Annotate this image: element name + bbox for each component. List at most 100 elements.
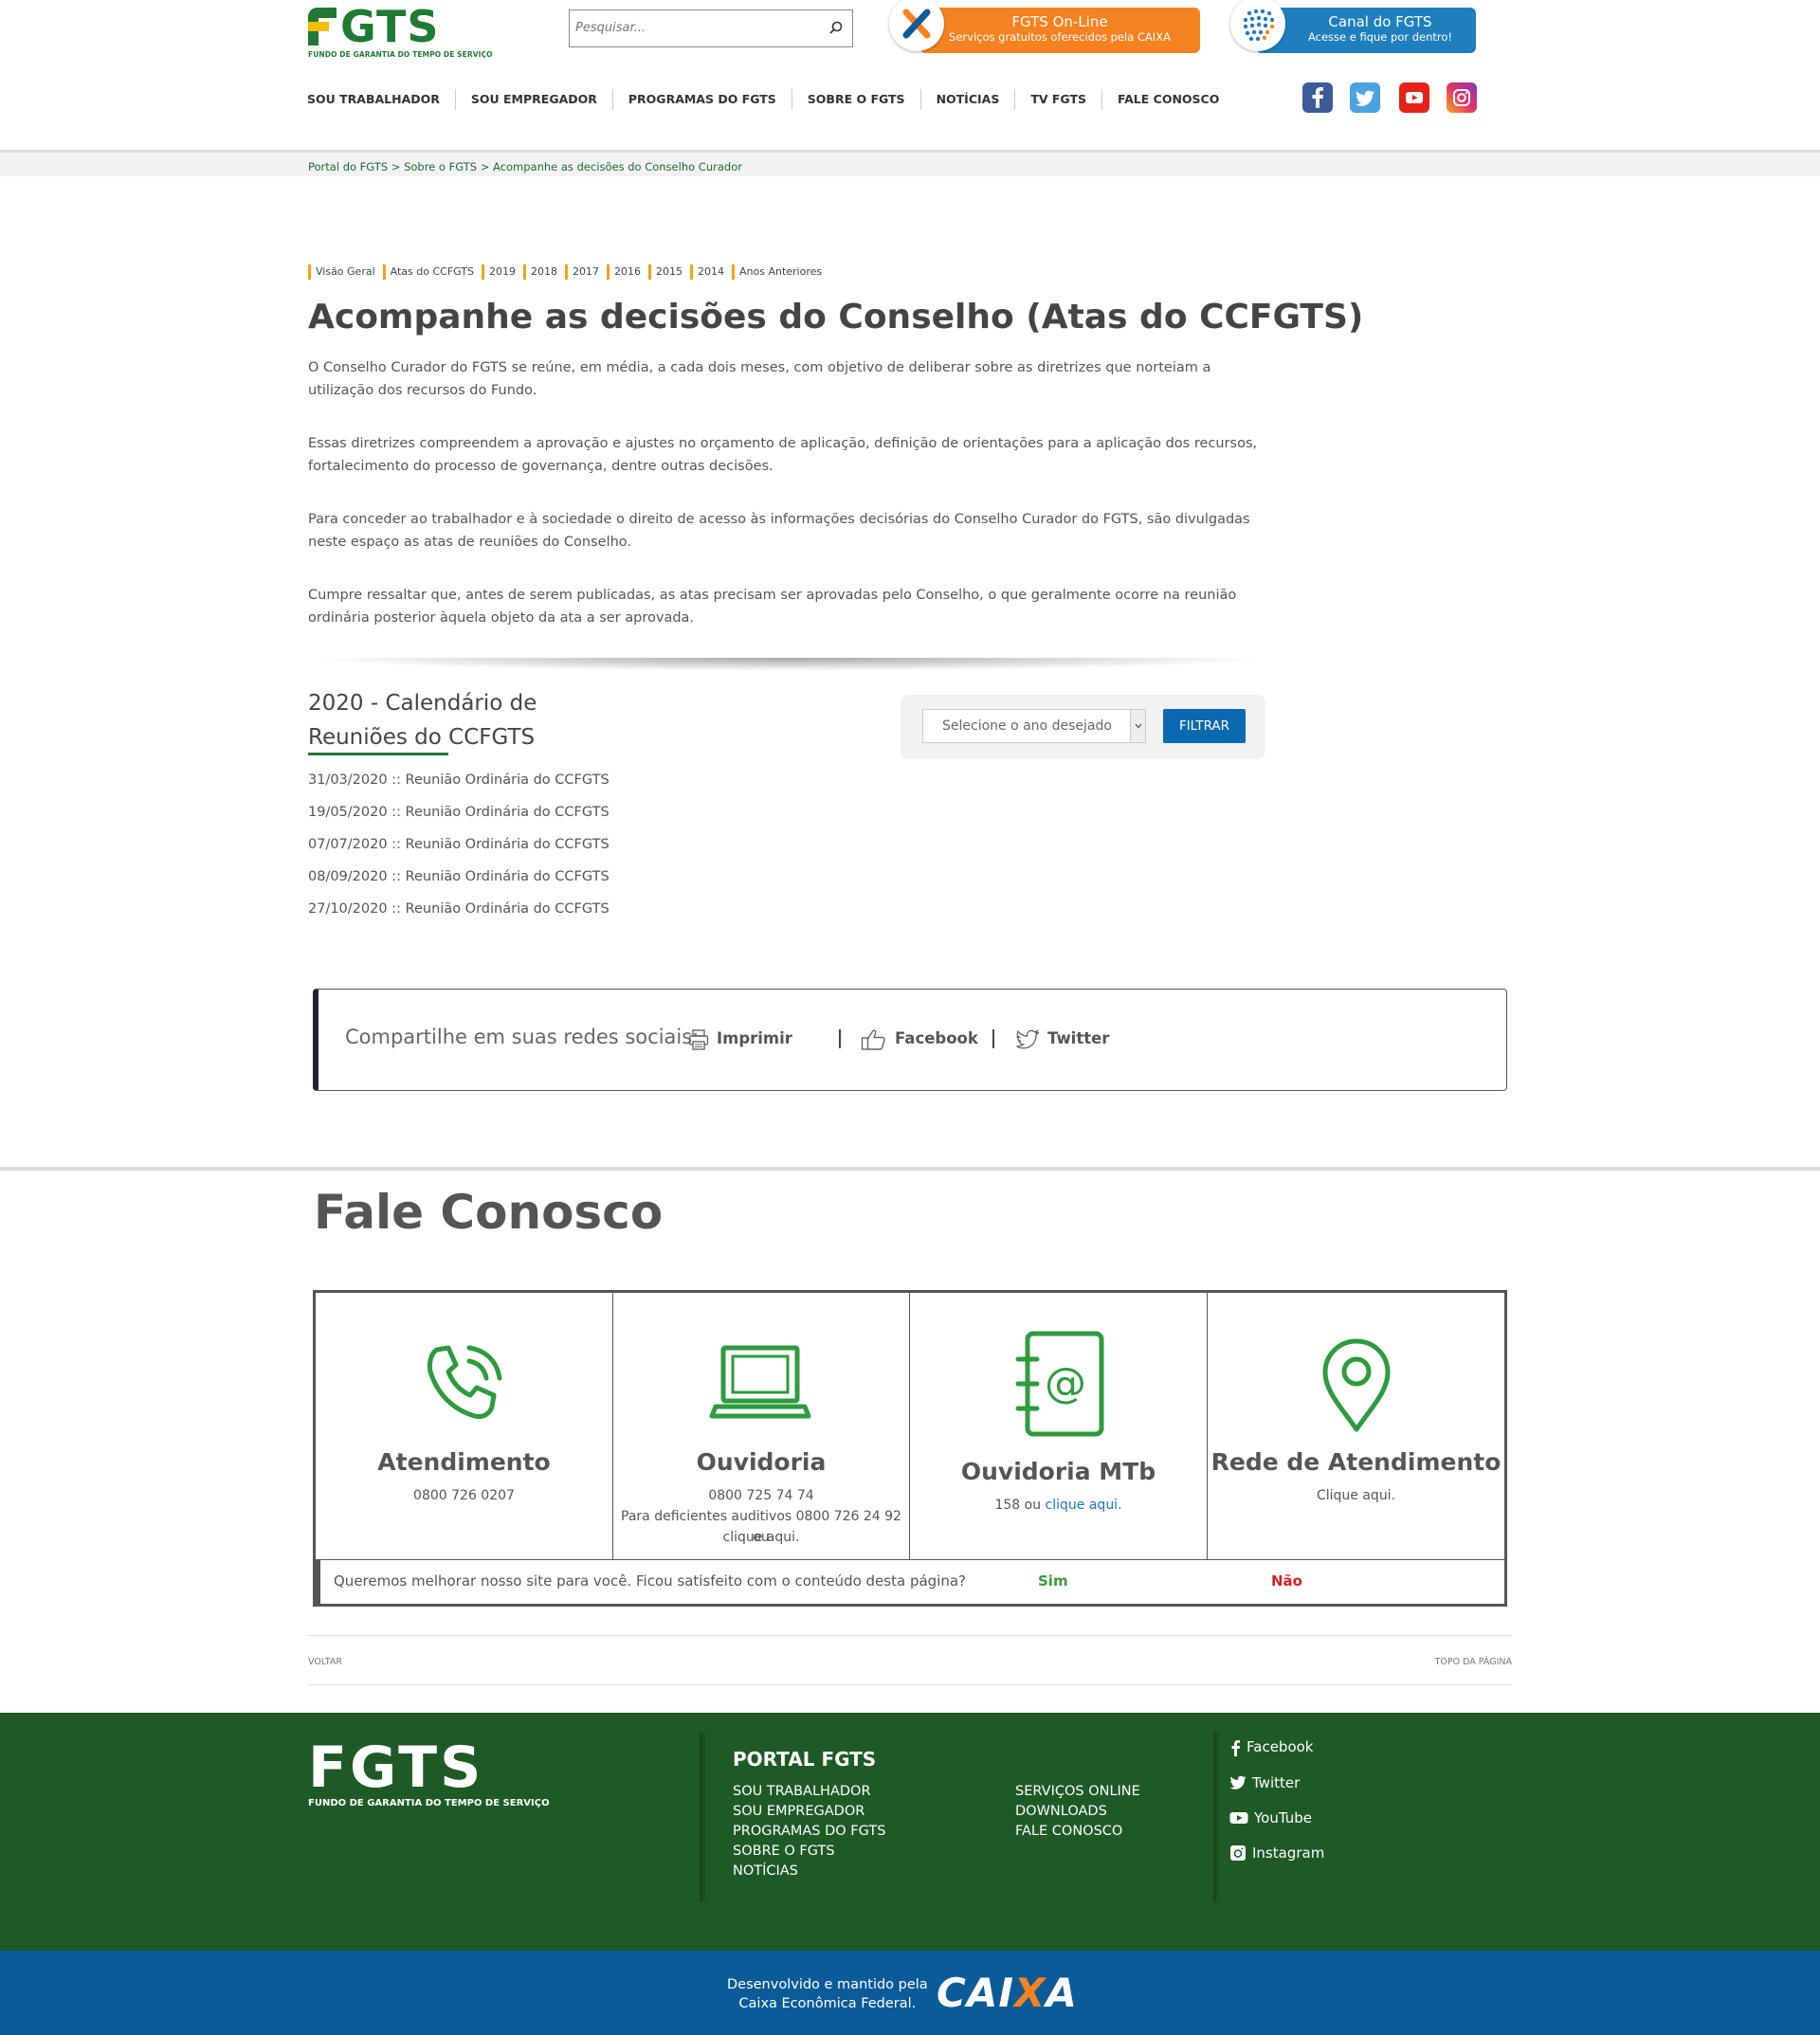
ouvidoria-mtb-card: @ Ouvidoria MTb 158 ou clique aqui. [910, 1293, 1208, 1559]
subnav-2016[interactable]: 2016 [607, 264, 648, 280]
footer-logo-word: FGTS [308, 1735, 484, 1801]
search-icon[interactable] [829, 21, 843, 34]
atendimento-card: Atendimento 0800 726 0207 [316, 1293, 613, 1559]
footer-instagram-link[interactable]: Instagram [1229, 1844, 1324, 1862]
rede-atendimento-link[interactable]: Clique aqui. [1208, 1485, 1504, 1506]
intro-paragraph-4: Cumpre ressaltar que, antes de serem pub… [308, 588, 1237, 626]
footer-column-divider [700, 1732, 707, 1902]
ouvidoria-mtb-phone: 158 ou [994, 1498, 1042, 1513]
nav-programas-do-fgts[interactable]: PROGRAMAS DO FGTS [611, 89, 792, 110]
breadcrumb[interactable]: Portal do FGTS > Sobre o FGTS > Acompanh… [308, 160, 742, 173]
chevron-down-icon[interactable] [1130, 710, 1145, 742]
subnav-2015[interactable]: 2015 [648, 264, 690, 280]
share-twitter-button[interactable]: Twitter [1015, 1026, 1109, 1052]
phone-icon [427, 1345, 502, 1419]
subnav-2019[interactable]: 2019 [482, 264, 523, 280]
rede-atendimento-card: Rede de Atendimento Clique aqui. [1208, 1293, 1504, 1559]
footer-youtube-link[interactable]: YouTube [1229, 1809, 1324, 1826]
subnav-2017[interactable]: 2017 [565, 264, 607, 280]
footer-instagram-label: Instagram [1252, 1844, 1325, 1862]
meeting-item[interactable]: 08/09/2020 :: Reunião Ordinária do CCFGT… [308, 861, 610, 893]
footer-twitter-link[interactable]: Twitter [1229, 1774, 1324, 1791]
footer-facebook-link[interactable]: Facebook [1229, 1738, 1324, 1756]
survey-no-button[interactable]: Não [1271, 1572, 1302, 1590]
print-label: Imprimir [717, 1029, 792, 1047]
canal-fgts-subtitle: Acesse e fique por dentro! [1307, 30, 1453, 44]
instagram-icon[interactable] [1447, 82, 1477, 113]
search-box [569, 9, 853, 47]
meeting-item[interactable]: 07/07/2020 :: Reunião Ordinária do CCFGT… [308, 828, 610, 861]
footer-link-noticias[interactable]: NOTÍCIAS [733, 1862, 885, 1881]
nav-noticias[interactable]: NOTÍCIAS [919, 89, 1015, 110]
fale-conosco-divider [0, 1167, 1820, 1171]
ouvidoria-title: Ouvidoria [696, 1448, 827, 1476]
site-footer: FGTS FUNDO DE GARANTIA DO TEMPO DE SERVI… [0, 1713, 1820, 1951]
footer-link-downloads[interactable]: DOWNLOADS [1015, 1802, 1140, 1822]
instagram-icon [1230, 1845, 1246, 1861]
svg-text:@: @ [1045, 1359, 1086, 1408]
site-header: GTS FUNDO DE GARANTIA DO TEMPO DE SERVIÇ… [0, 0, 1820, 152]
subnav-2014[interactable]: 2014 [690, 264, 732, 280]
subnav-anos-anteriores[interactable]: Anos Anteriores [732, 264, 829, 280]
fgts-online-banner[interactable]: FGTS On-Line Serviços gratuitos oferecid… [919, 8, 1200, 53]
fale-conosco-grid: Atendimento 0800 726 0207 Ouvidoria 0800… [313, 1290, 1507, 1607]
ouvidoria-mtb-link[interactable]: clique aqui. [1046, 1498, 1122, 1513]
map-pin-icon [1322, 1338, 1391, 1432]
fgts-logo[interactable]: GTS FUNDO DE GARANTIA DO TEMPO DE SERVIÇ… [308, 5, 493, 60]
filter-button[interactable]: FILTRAR [1163, 709, 1246, 743]
twitter-icon[interactable] [1350, 82, 1380, 113]
meeting-item[interactable]: 31/03/2020 :: Reunião Ordinária do CCFGT… [308, 764, 610, 796]
logo-subtitle: FUNDO DE GARANTIA DO TEMPO DE SERVIÇO [308, 50, 493, 59]
caixa-logo-pre: CAI [937, 1970, 1014, 2016]
canal-fgts-banner[interactable]: Canal do FGTS Acesse e fique por dentro! [1256, 8, 1476, 53]
printer-icon [688, 1028, 709, 1050]
subnav-2018[interactable]: 2018 [523, 264, 565, 280]
footer-link-servicos-online[interactable]: SERVIÇOS ONLINE [1015, 1782, 1140, 1802]
footer-link-programas[interactable]: PROGRAMAS DO FGTS [733, 1822, 885, 1842]
footer-fgts-logo[interactable]: FGTS FUNDO DE GARANTIA DO TEMPO DE SERVI… [308, 1739, 550, 1808]
intro-paragraph-2: Essas diretrizes compreendem a aprovação… [308, 436, 1258, 474]
nav-fale-conosco[interactable]: FALE CONOSCO [1101, 89, 1234, 110]
footer-link-sou-empregador[interactable]: SOU EMPREGADOR [733, 1802, 885, 1822]
meeting-item[interactable]: 27/10/2020 :: Reunião Ordinária do CCFGT… [308, 893, 610, 925]
caixa-logo-post: A [1046, 1970, 1078, 2016]
fale-conosco-title: Fale Conosco [314, 1185, 664, 1240]
meeting-item[interactable]: 19/05/2020 :: Reunião Ordinária do CCFGT… [308, 796, 610, 828]
twitter-outline-icon [1016, 1028, 1040, 1049]
calendar-title-line1: 2020 - Calendário de [308, 691, 537, 716]
share-separator [992, 1029, 994, 1048]
subnav-atas-ccfgts[interactable]: Atas do CCFGTS [382, 264, 482, 280]
developer-credit-line2: Caixa Econômica Federal. [738, 1996, 917, 2011]
subnav-visao-geral[interactable]: Visão Geral [308, 264, 383, 280]
page-title: Acompanhe as decisões do Conselho (Atas … [308, 298, 1364, 336]
topo-da-pagina-link[interactable]: TOPO DA PÁGINA [1435, 1657, 1512, 1667]
breadcrumb-bar: Portal do FGTS > Sobre o FGTS > Acompanh… [0, 150, 1820, 176]
caixa-logo[interactable]: CAIXA [937, 1970, 1078, 2016]
ouvidoria-phone: 0800 725 74 74 [708, 1488, 814, 1503]
year-select[interactable]: Selecione o ano desejado [922, 709, 1146, 743]
nav-sou-empregador[interactable]: SOU EMPREGADOR [454, 89, 612, 110]
nav-sou-trabalhador[interactable]: SOU TRABALHADOR [307, 89, 455, 110]
share-bar: Compartilhe em suas redes sociais: Impri… [313, 989, 1507, 1091]
ouvidoria-link[interactable]: clique aqui. [613, 1527, 909, 1548]
share-separator [839, 1029, 841, 1048]
search-input[interactable] [575, 10, 812, 45]
print-button[interactable]: Imprimir [688, 1026, 792, 1052]
thumbs-up-icon [861, 1029, 885, 1050]
youtube-icon[interactable] [1399, 82, 1429, 113]
nav-tv-fgts[interactable]: TV FGTS [1014, 89, 1101, 110]
nav-sobre-o-fgts[interactable]: SOBRE O FGTS [791, 89, 920, 110]
calendar-title-underline [308, 753, 448, 755]
intro-paragraph-3: Para conceder ao trabalhador e à socieda… [308, 512, 1250, 550]
voltar-label: VOLTAR [308, 1657, 342, 1667]
survey-yes-button[interactable]: Sim [1038, 1572, 1068, 1590]
share-facebook-button[interactable]: Facebook [861, 1026, 978, 1052]
footer-link-sobre[interactable]: SOBRE O FGTS [733, 1842, 885, 1862]
caixa-logo-x: X [1013, 1970, 1046, 2016]
facebook-icon[interactable] [1302, 82, 1333, 113]
footer-link-fale-conosco[interactable]: FALE CONOSCO [1015, 1822, 1140, 1842]
atendimento-phone: 0800 726 0207 [413, 1488, 515, 1503]
share-twitter-label: Twitter [1047, 1029, 1110, 1047]
footer-link-sou-trabalhador[interactable]: SOU TRABALHADOR [733, 1782, 885, 1802]
ouvidoria-card: Ouvidoria 0800 725 74 74 Para deficiente… [613, 1293, 910, 1559]
